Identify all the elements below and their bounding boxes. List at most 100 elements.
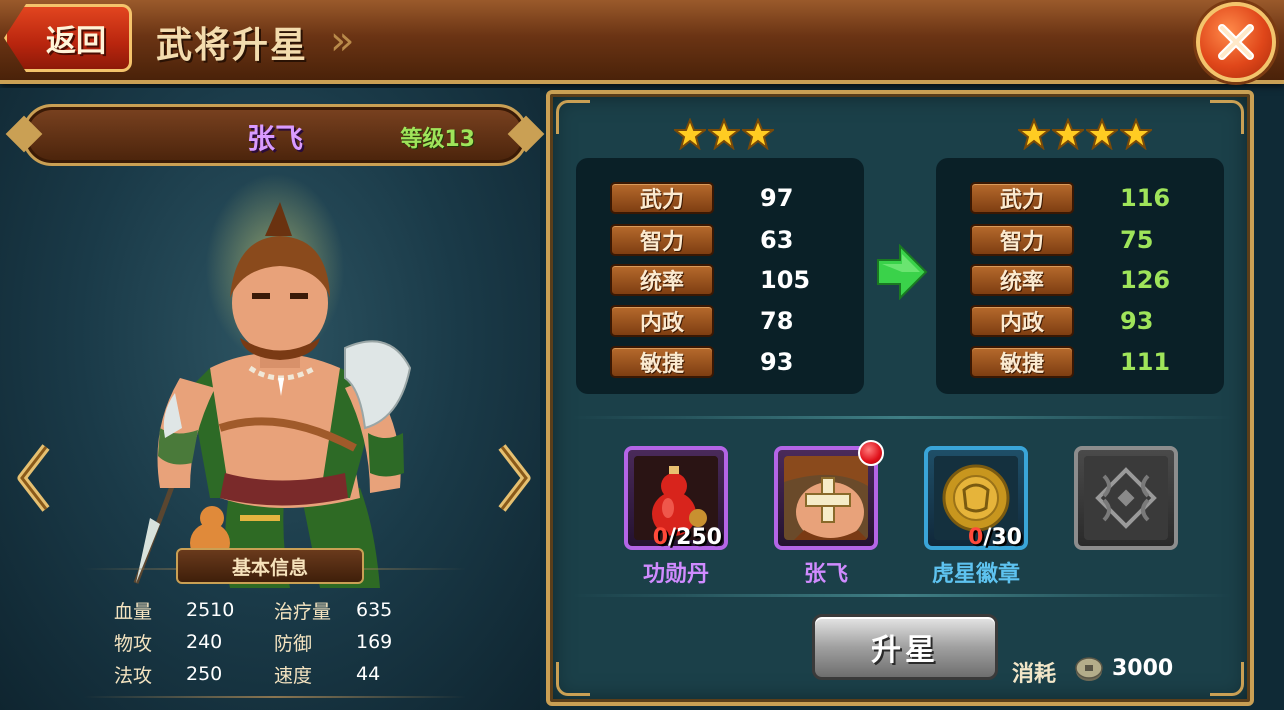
- info-value: 169: [356, 631, 393, 653]
- info-label: 防御: [274, 632, 313, 655]
- material-have: 0: [968, 525, 984, 550]
- current-stats-box: 武力 97 智力 63 统率 105 内政 78 敏捷 93: [576, 158, 864, 394]
- stat-row-force: 武力 97: [610, 182, 850, 214]
- section-divider: [572, 416, 1232, 419]
- stat-label: 武力: [610, 182, 714, 214]
- cost-value: 3000: [1112, 656, 1174, 681]
- material-name: 虎星徽章: [931, 562, 1020, 587]
- info-label: 速度: [274, 664, 313, 687]
- basic-info-title: 基本信息: [176, 548, 364, 584]
- next-stats-box: 武力 116 智力 75 统率 126 内政 93 敏捷 111: [936, 158, 1224, 394]
- stat-value: 97: [760, 184, 794, 212]
- stat-label: 内政: [970, 305, 1074, 337]
- info-label: 血量: [114, 600, 153, 623]
- star-upgrade-panel: 武力 97 智力 63 统率 105 内政 78 敏捷 93 武力 116 智力: [546, 90, 1254, 706]
- close-button[interactable]: [1196, 2, 1276, 82]
- hero-display-area: 张飞 等级13 基本信息 血量 2510 治疗量 635 物攻 240 防御 1…: [0, 88, 540, 710]
- material-slot-empty[interactable]: [1074, 446, 1178, 550]
- page-title: 武将升星: [156, 25, 309, 66]
- hero-portrait-figure: [133, 202, 412, 588]
- hero-shard-portrait-icon: [784, 456, 868, 540]
- empty-slot-emblem-icon: [1084, 456, 1168, 540]
- basic-info-row: 物攻 240 防御 169: [114, 626, 434, 658]
- panel-corner-ornament: [556, 662, 590, 696]
- upgrade-arrow-icon: [877, 244, 928, 300]
- material-name: 张飞: [803, 562, 848, 587]
- top-bar: 返回 武将升星 »: [0, 0, 1284, 84]
- stat-value: 105: [760, 266, 811, 294]
- material-slot-tiger-badge[interactable]: 0/30: [924, 446, 1028, 550]
- basic-info-row: 法攻 250 速度 44: [114, 658, 434, 690]
- close-icon: [1218, 24, 1254, 60]
- stat-value: 126: [1120, 266, 1171, 294]
- star-icon: [674, 118, 706, 150]
- next-hero-arrow-icon[interactable]: [496, 443, 532, 513]
- stat-label: 敏捷: [610, 346, 714, 378]
- cost-label: 消耗: [1012, 662, 1057, 687]
- star-icon: [1086, 118, 1118, 150]
- stat-label: 智力: [610, 224, 714, 256]
- stat-value: 75: [1120, 226, 1154, 254]
- hero-level: 等级13: [400, 127, 475, 152]
- material-count: 0/250: [653, 525, 722, 550]
- material-count: 0/30: [968, 525, 1022, 550]
- info-label: 物攻: [114, 632, 153, 655]
- stat-row-intellect: 智力 75: [970, 224, 1210, 256]
- info-label: 治疗量: [274, 600, 332, 623]
- panel-corner-ornament: [1210, 100, 1244, 134]
- previous-hero-arrow-icon[interactable]: [16, 443, 52, 513]
- hero-name-plate: 张飞 等级13: [22, 104, 528, 166]
- basic-info-row: 血量 2510 治疗量 635: [114, 594, 434, 626]
- stat-value: 116: [1120, 184, 1171, 212]
- notification-dot-icon: [858, 440, 884, 466]
- hero-name: 张飞: [247, 122, 304, 155]
- stat-label: 敏捷: [970, 346, 1074, 378]
- material-need: /30: [983, 525, 1022, 550]
- info-value: 44: [356, 663, 381, 685]
- stat-label: 武力: [970, 182, 1074, 214]
- panel-corner-ornament: [1210, 662, 1244, 696]
- stat-label: 统率: [610, 264, 714, 296]
- stat-row-command: 统率 105: [610, 264, 850, 296]
- stat-row-agility: 敏捷 111: [970, 346, 1210, 378]
- next-star-rating: [1018, 118, 1152, 150]
- star-icon: [708, 118, 740, 150]
- stat-label: 智力: [970, 224, 1074, 256]
- coin-icon: [1075, 657, 1103, 681]
- current-star-rating: [674, 118, 774, 150]
- star-icon: [1018, 118, 1050, 150]
- stat-value: 63: [760, 226, 794, 254]
- stat-row-force: 武力 116: [970, 182, 1210, 214]
- basic-info-grid: 血量 2510 治疗量 635 物攻 240 防御 169 法攻 250 速度 …: [114, 594, 434, 690]
- stat-row-politics: 内政 93: [970, 305, 1210, 337]
- star-icon: [1120, 118, 1152, 150]
- info-bottom-divider: [84, 696, 466, 698]
- stat-value: 111: [1120, 348, 1171, 376]
- back-button[interactable]: 返回: [4, 4, 132, 72]
- section-divider: [572, 594, 1232, 597]
- star-icon: [742, 118, 774, 150]
- material-name: 功勋丹: [642, 562, 709, 587]
- basic-info-panel: 基本信息 血量 2510 治疗量 635 物攻 240 防御 169 法攻 25…: [84, 548, 466, 698]
- stat-row-agility: 敏捷 93: [610, 346, 850, 378]
- stat-label: 内政: [610, 305, 714, 337]
- stat-row-politics: 内政 78: [610, 305, 850, 337]
- stat-row-command: 统率 126: [970, 264, 1210, 296]
- star-up-button[interactable]: 升星: [812, 614, 998, 680]
- material-slot-hero-shard[interactable]: [774, 440, 884, 550]
- info-value: 240: [186, 631, 223, 653]
- material-slot-merit-pill[interactable]: 0/250: [624, 446, 728, 550]
- stat-value: 78: [760, 307, 794, 335]
- stat-label: 统率: [970, 264, 1074, 296]
- info-value: 2510: [186, 599, 235, 621]
- stat-row-intellect: 智力 63: [610, 224, 850, 256]
- title-chevron-icon: »: [330, 18, 355, 64]
- material-need: /250: [668, 525, 722, 550]
- stat-value: 93: [1120, 307, 1154, 335]
- info-value: 250: [186, 663, 223, 685]
- star-icon: [1052, 118, 1084, 150]
- info-label: 法攻: [114, 664, 153, 687]
- info-value: 635: [356, 599, 393, 621]
- panel-corner-ornament: [556, 100, 590, 134]
- material-have: 0: [652, 525, 669, 550]
